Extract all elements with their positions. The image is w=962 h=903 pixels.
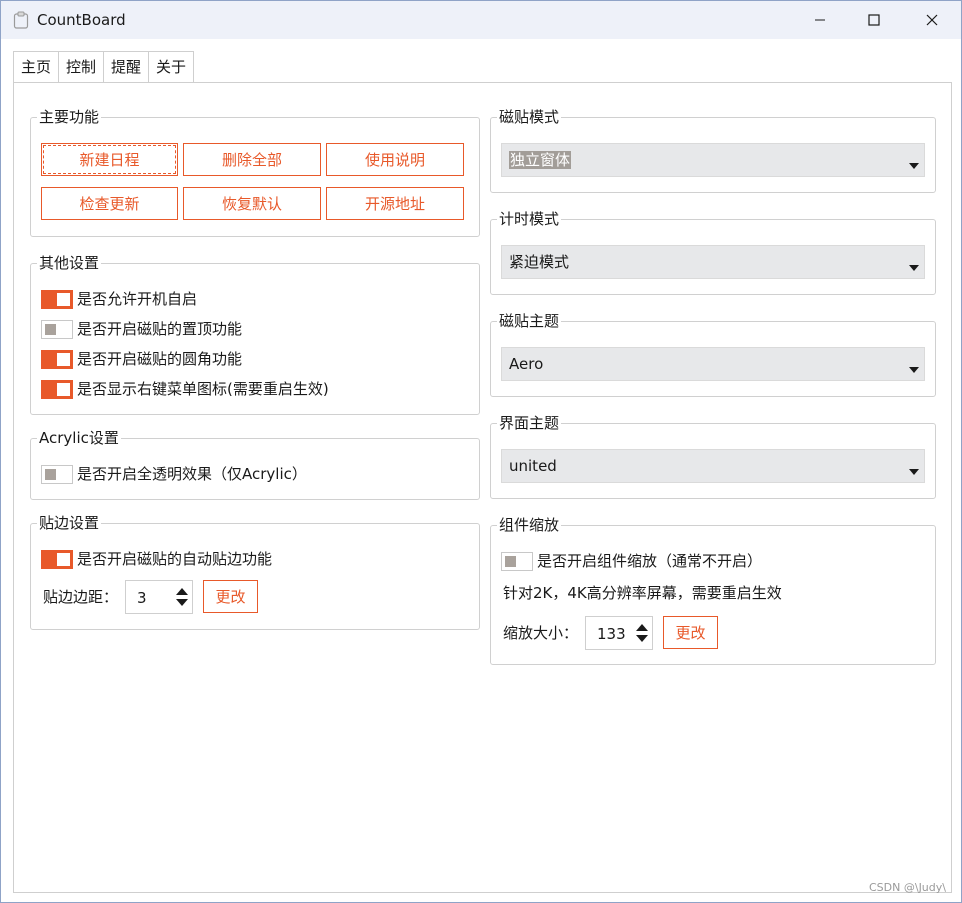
timer-mode-value: 紧迫模式 [509,253,570,271]
restore-default-button[interactable]: 恢复默认 [183,187,321,220]
auto-snap-toggle[interactable] [41,550,73,569]
rounded-corner-label: 是否开启磁贴的圆角功能 [77,350,243,368]
other-settings-group: 其他设置 是否允许开机自启 是否开启磁贴的置顶功能 是否开启磁贴的圆角功能 是否… [30,254,480,415]
increment-icon[interactable] [636,624,648,631]
topmost-label: 是否开启磁贴的置顶功能 [77,320,243,338]
group-title: 计时模式 [497,210,562,228]
scale-size-change-button[interactable]: 更改 [663,616,718,649]
autostart-toggle[interactable] [41,290,73,309]
new-schedule-button[interactable]: 新建日程 [41,143,178,176]
tab-reminder[interactable]: 提醒 [104,51,150,83]
tile-mode-select[interactable]: 独立窗体 [501,143,925,177]
window-title: CountBoard [37,11,126,29]
tile-theme-value: Aero [509,355,544,373]
full-transparency-toggle[interactable] [41,465,73,484]
tab-home[interactable]: 主页 [13,51,60,83]
decrement-icon[interactable] [636,635,648,642]
component-scaling-label: 是否开启组件缩放（通常不开启） [537,552,763,570]
chevron-down-icon [909,163,919,169]
edge-margin-change-button[interactable]: 更改 [203,580,258,613]
ui-theme-value: united [509,457,557,475]
edge-margin-stepper[interactable]: 3 [125,580,193,614]
open-source-button[interactable]: 开源地址 [326,187,464,220]
tab-about[interactable]: 关于 [149,51,195,83]
tab-panel-home: 主要功能 新建日程 删除全部 使用说明 检查更新 恢复默认 开源地址 其他设置 … [13,82,952,893]
tile-mode-group: 磁贴模式 独立窗体 [490,108,936,193]
minimize-button[interactable] [797,1,843,39]
group-title: 贴边设置 [37,514,102,532]
group-title: 其他设置 [37,254,102,272]
app-window: CountBoard 主页 控制 提醒 关于 主要功能 新建日程 删除全部 使用… [0,0,962,903]
clipboard-icon [13,11,29,29]
autostart-label: 是否允许开机自启 [77,290,198,308]
rounded-corner-toggle[interactable] [41,350,73,369]
full-transparency-label: 是否开启全透明效果（仅Acrylic） [77,465,307,483]
edge-settings-group: 贴边设置 是否开启磁贴的自动贴边功能 贴边边距： 3 更改 [30,514,480,630]
tile-theme-select[interactable]: Aero [501,347,925,381]
component-scaling-group: 组件缩放 是否开启组件缩放（通常不开启） 针对2K，4K高分辨率屏幕，需要重启生… [490,516,936,665]
topmost-toggle[interactable] [41,320,73,339]
tab-bar: 主页 控制 提醒 关于 [13,51,195,83]
group-title: 主要功能 [37,108,102,126]
auto-snap-label: 是否开启磁贴的自动贴边功能 [77,550,273,568]
acrylic-settings-group: Acrylic设置 是否开启全透明效果（仅Acrylic） [30,429,480,500]
group-title: 磁贴主题 [497,312,562,330]
context-menu-icon-toggle[interactable] [41,380,73,399]
scale-size-label: 缩放大小： [503,624,579,642]
ui-theme-select[interactable]: united [501,449,925,483]
tile-theme-group: 磁贴主题 Aero [490,312,936,397]
ui-theme-group: 界面主题 united [490,414,936,499]
scale-size-value[interactable]: 133 [597,625,626,643]
edge-margin-label: 贴边边距： [43,588,119,606]
usage-guide-button[interactable]: 使用说明 [326,143,464,176]
check-update-button[interactable]: 检查更新 [41,187,178,220]
chevron-down-icon [909,265,919,271]
group-title: 磁贴模式 [497,108,562,126]
increment-icon[interactable] [176,588,188,595]
scaling-hint: 针对2K，4K高分辨率屏幕，需要重启生效 [503,584,782,602]
component-scaling-toggle[interactable] [501,552,533,571]
edge-margin-value[interactable]: 3 [137,589,147,607]
tab-control[interactable]: 控制 [59,51,105,83]
title-bar: CountBoard [1,1,961,39]
tile-mode-value: 独立窗体 [509,151,572,169]
timer-mode-select[interactable]: 紧迫模式 [501,245,925,279]
close-button[interactable] [909,1,955,39]
decrement-icon[interactable] [176,599,188,606]
watermark: CSDN @\Judy\ [869,881,946,894]
group-title: 组件缩放 [497,516,562,534]
scale-size-stepper[interactable]: 133 [585,616,653,650]
maximize-button[interactable] [851,1,897,39]
main-functions-group: 主要功能 新建日程 删除全部 使用说明 检查更新 恢复默认 开源地址 [30,108,480,237]
context-menu-icon-label: 是否显示右键菜单图标(需要重启生效) [77,380,329,398]
chevron-down-icon [909,469,919,475]
group-title: Acrylic设置 [37,429,121,447]
timer-mode-group: 计时模式 紧迫模式 [490,210,936,295]
chevron-down-icon [909,367,919,373]
group-title: 界面主题 [497,414,562,432]
delete-all-button[interactable]: 删除全部 [183,143,321,176]
